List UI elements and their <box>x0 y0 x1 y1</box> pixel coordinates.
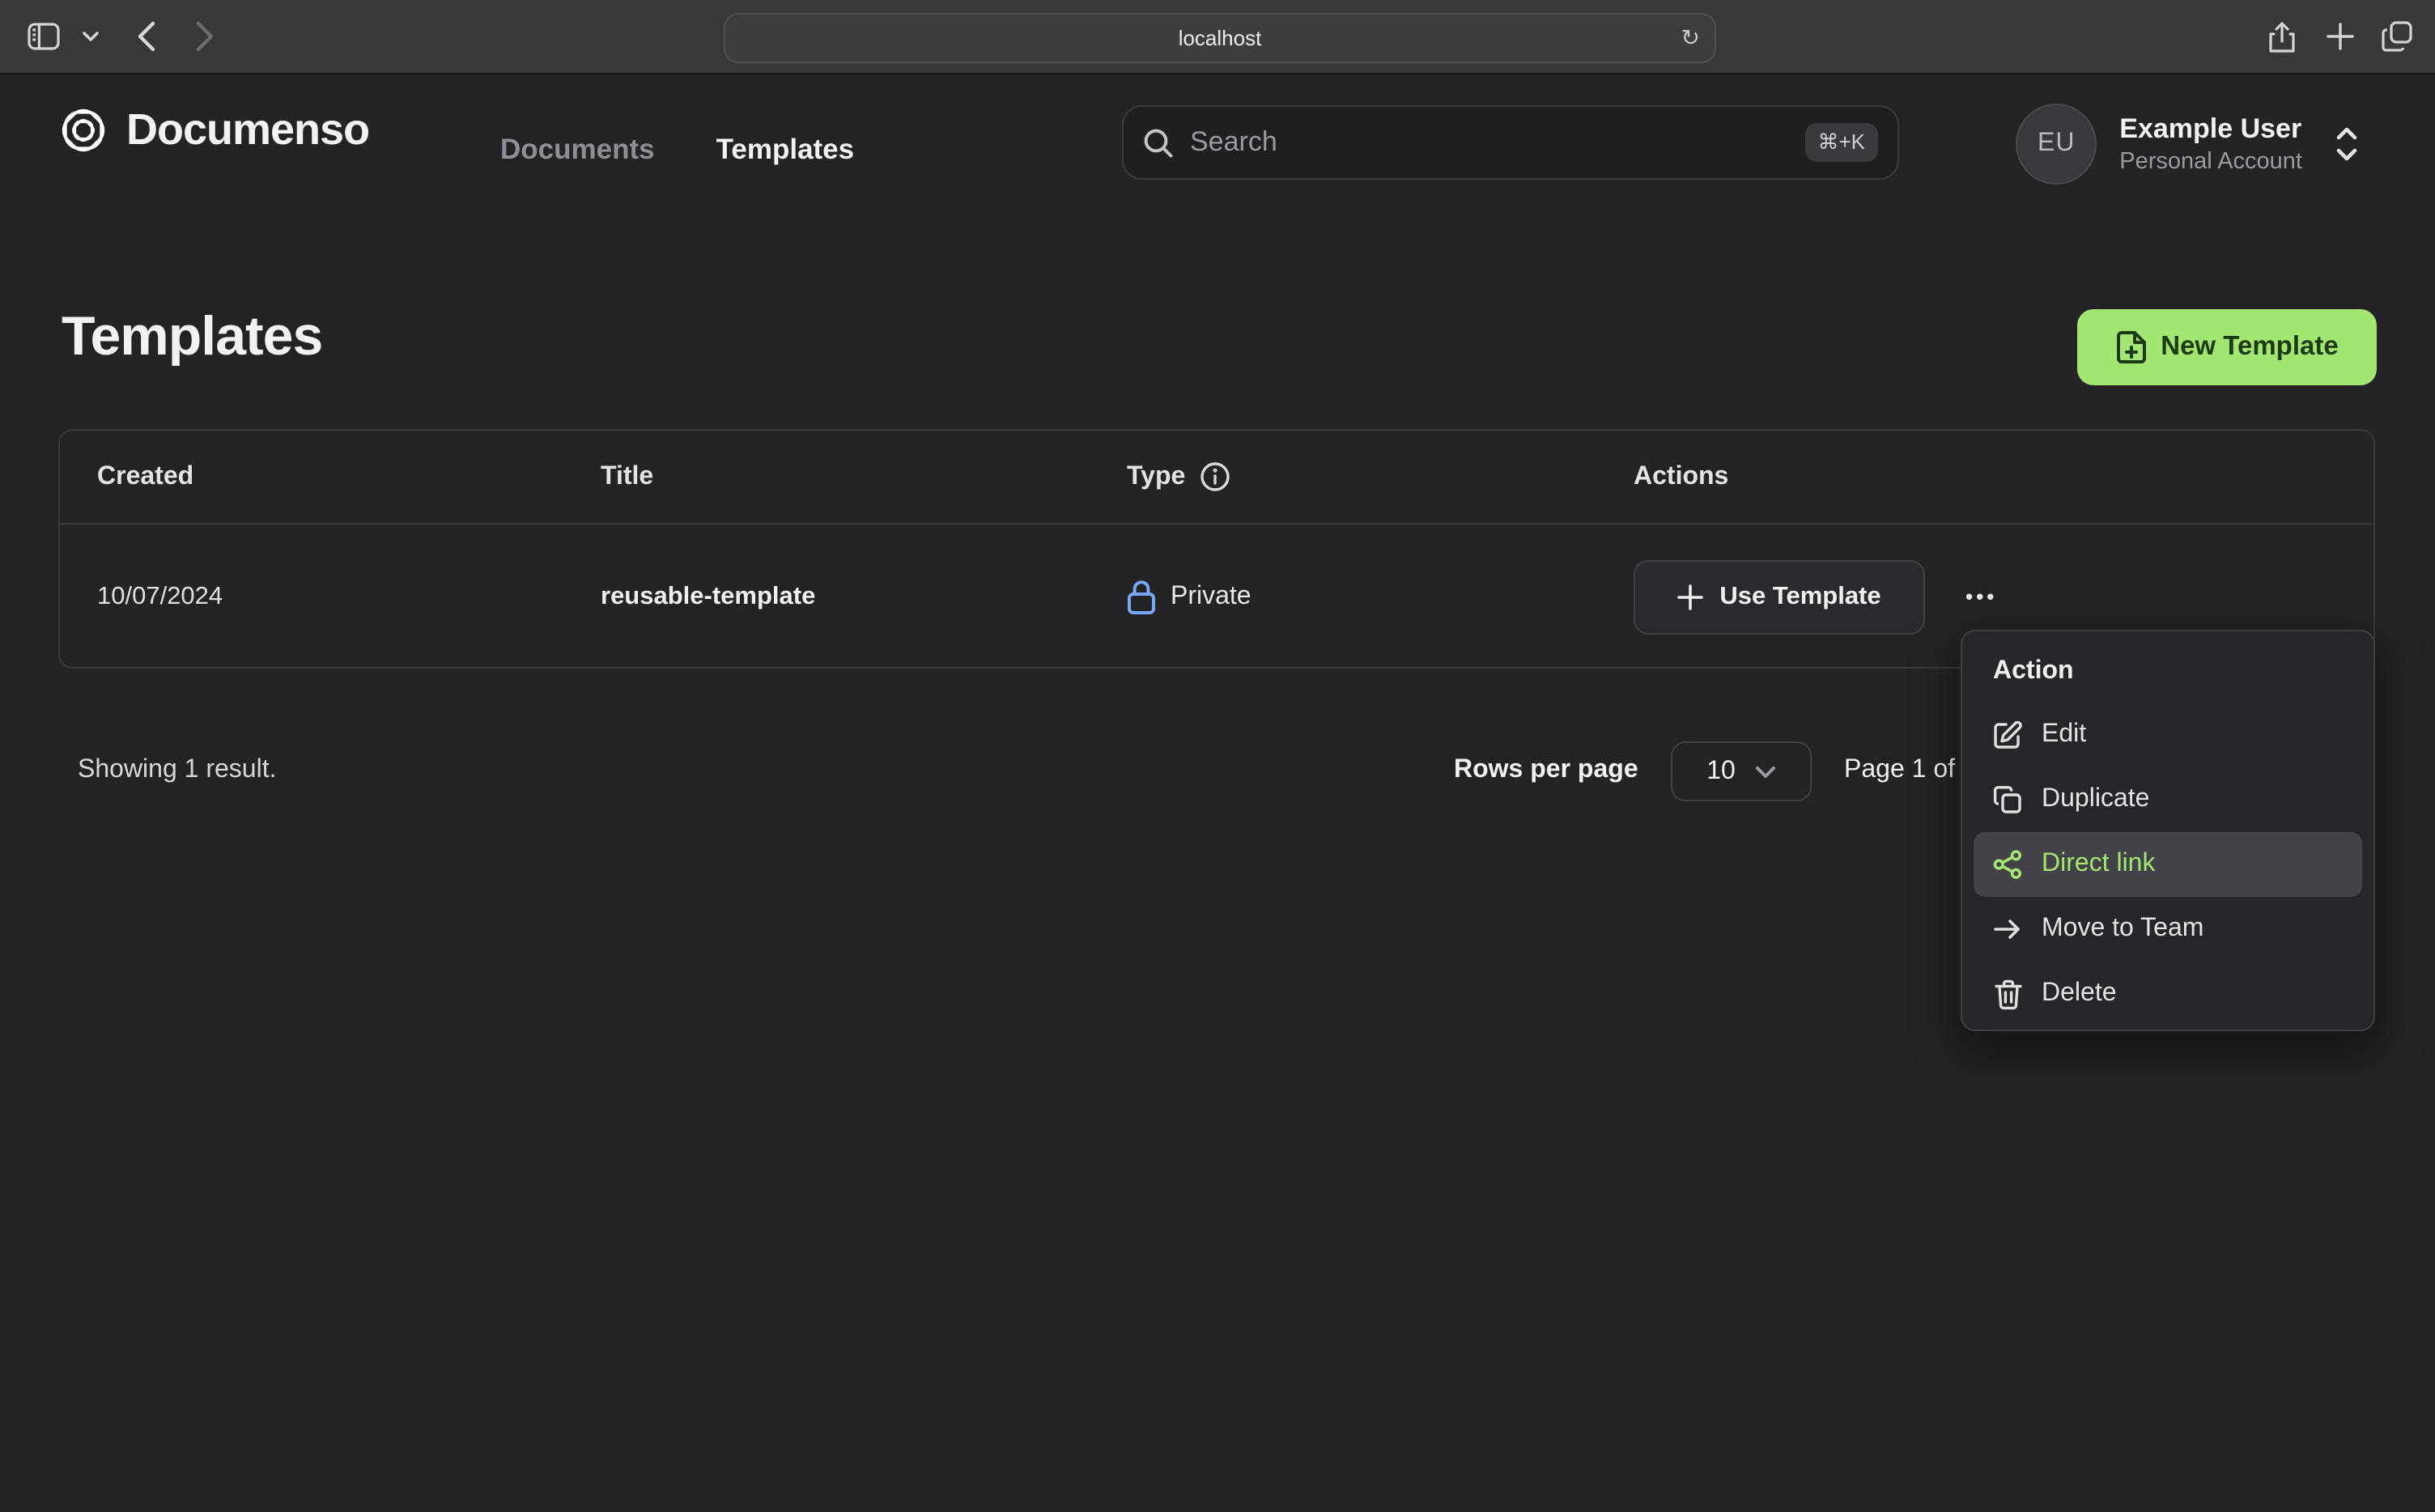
avatar: EU <box>2016 104 2097 185</box>
trash-icon <box>1993 979 2022 1009</box>
results-count: Showing 1 result. <box>78 756 277 784</box>
menu-item-label: Delete <box>2042 979 2117 1007</box>
tab-overview-icon[interactable] <box>2377 0 2416 73</box>
main-nav: Documents Templates <box>500 73 854 227</box>
menu-item-direct-link[interactable]: Direct link <box>1974 832 2362 897</box>
user-account-type: Personal Account <box>2119 148 2302 175</box>
col-title: Title <box>601 462 654 490</box>
sidebar-toggle-icon[interactable] <box>23 0 65 73</box>
row-created: 10/07/2024 <box>97 582 223 609</box>
info-icon[interactable] <box>1200 461 1230 492</box>
row-more-button[interactable]: ••• <box>1965 584 1997 609</box>
rows-per-page-label: Rows per page <box>1454 756 1638 784</box>
menu-title: Action <box>1993 657 2074 685</box>
address-bar[interactable]: localhost ↻ <box>724 13 1716 63</box>
lock-icon <box>1127 579 1156 614</box>
search-input[interactable]: Search ⌘+K <box>1122 105 1899 180</box>
duplicate-icon <box>1993 785 2022 814</box>
share-icon[interactable] <box>2263 0 2299 73</box>
brand-name: Documenso <box>126 105 370 154</box>
user-name: Example User <box>2119 113 2302 145</box>
reload-icon[interactable]: ↻ <box>1681 15 1700 62</box>
edit-icon <box>1993 720 2022 750</box>
col-actions: Actions <box>1634 462 1729 490</box>
address-bar-url: localhost <box>1178 26 1262 50</box>
menu-item-duplicate[interactable]: Duplicate <box>1974 767 2362 832</box>
browser-toolbar: localhost ↻ <box>0 0 2435 74</box>
app-window: localhost ↻ Documenso Documents Template… <box>0 0 2435 1512</box>
nav-documents[interactable]: Documents <box>500 133 655 167</box>
page-info: Page 1 of 1 <box>1844 756 1977 784</box>
chevrons-up-down-icon <box>2335 126 2359 162</box>
menu-item-label: Duplicate <box>2042 785 2150 813</box>
table-header-row: Created Title Type Actions <box>60 431 2373 525</box>
nav-templates[interactable]: Templates <box>716 133 855 167</box>
search-icon <box>1143 127 1174 158</box>
share-link-icon <box>1993 850 2022 879</box>
row-type-label: Private <box>1171 582 1251 609</box>
new-tab-icon[interactable] <box>2322 0 2357 73</box>
col-type: Type <box>1127 461 1634 492</box>
search-placeholder: Search <box>1190 126 1277 157</box>
use-template-button[interactable]: Use Template <box>1634 559 1925 634</box>
back-icon[interactable] <box>130 0 162 73</box>
rows-per-page-select[interactable]: 10 <box>1671 741 1812 801</box>
menu-item-move-to-team[interactable]: Move to Team <box>1974 897 2362 962</box>
row-action-menu: Action Edit Duplicate Direct link Move t… <box>1961 630 2375 1031</box>
search-shortcut-badge: ⌘+K <box>1804 123 1878 162</box>
menu-item-label: Direct link <box>2042 850 2156 877</box>
menu-item-delete[interactable]: Delete <box>1974 962 2362 1026</box>
menu-item-label: Move to Team <box>2042 915 2204 942</box>
documenso-logo-icon <box>58 105 108 155</box>
file-plus-icon <box>2115 330 2146 364</box>
arrow-right-icon <box>1993 918 2022 941</box>
row-actions: Use Template ••• <box>1634 559 2373 634</box>
plus-icon <box>1677 584 1704 609</box>
page-title: Templates <box>62 306 323 367</box>
use-template-label: Use Template <box>1719 582 1881 609</box>
row-type: Private <box>1127 579 1634 614</box>
col-created: Created <box>97 462 194 490</box>
forward-icon[interactable] <box>188 0 220 73</box>
sidebar-chevron-icon[interactable] <box>78 0 104 73</box>
rows-per-page-value: 10 <box>1706 757 1736 784</box>
menu-item-label: Edit <box>2042 720 2087 748</box>
row-title: reusable-template <box>601 582 816 609</box>
chevron-down-icon <box>1755 765 1776 778</box>
account-menu-trigger[interactable]: EU Example User Personal Account <box>2016 104 2359 185</box>
new-template-button[interactable]: New Template <box>2077 309 2377 385</box>
new-template-label: New Template <box>2161 332 2339 361</box>
brand[interactable]: Documenso <box>58 105 370 155</box>
app-header: Documenso Documents Templates Search ⌘+K… <box>0 73 2435 227</box>
menu-item-edit[interactable]: Edit <box>1974 703 2362 767</box>
